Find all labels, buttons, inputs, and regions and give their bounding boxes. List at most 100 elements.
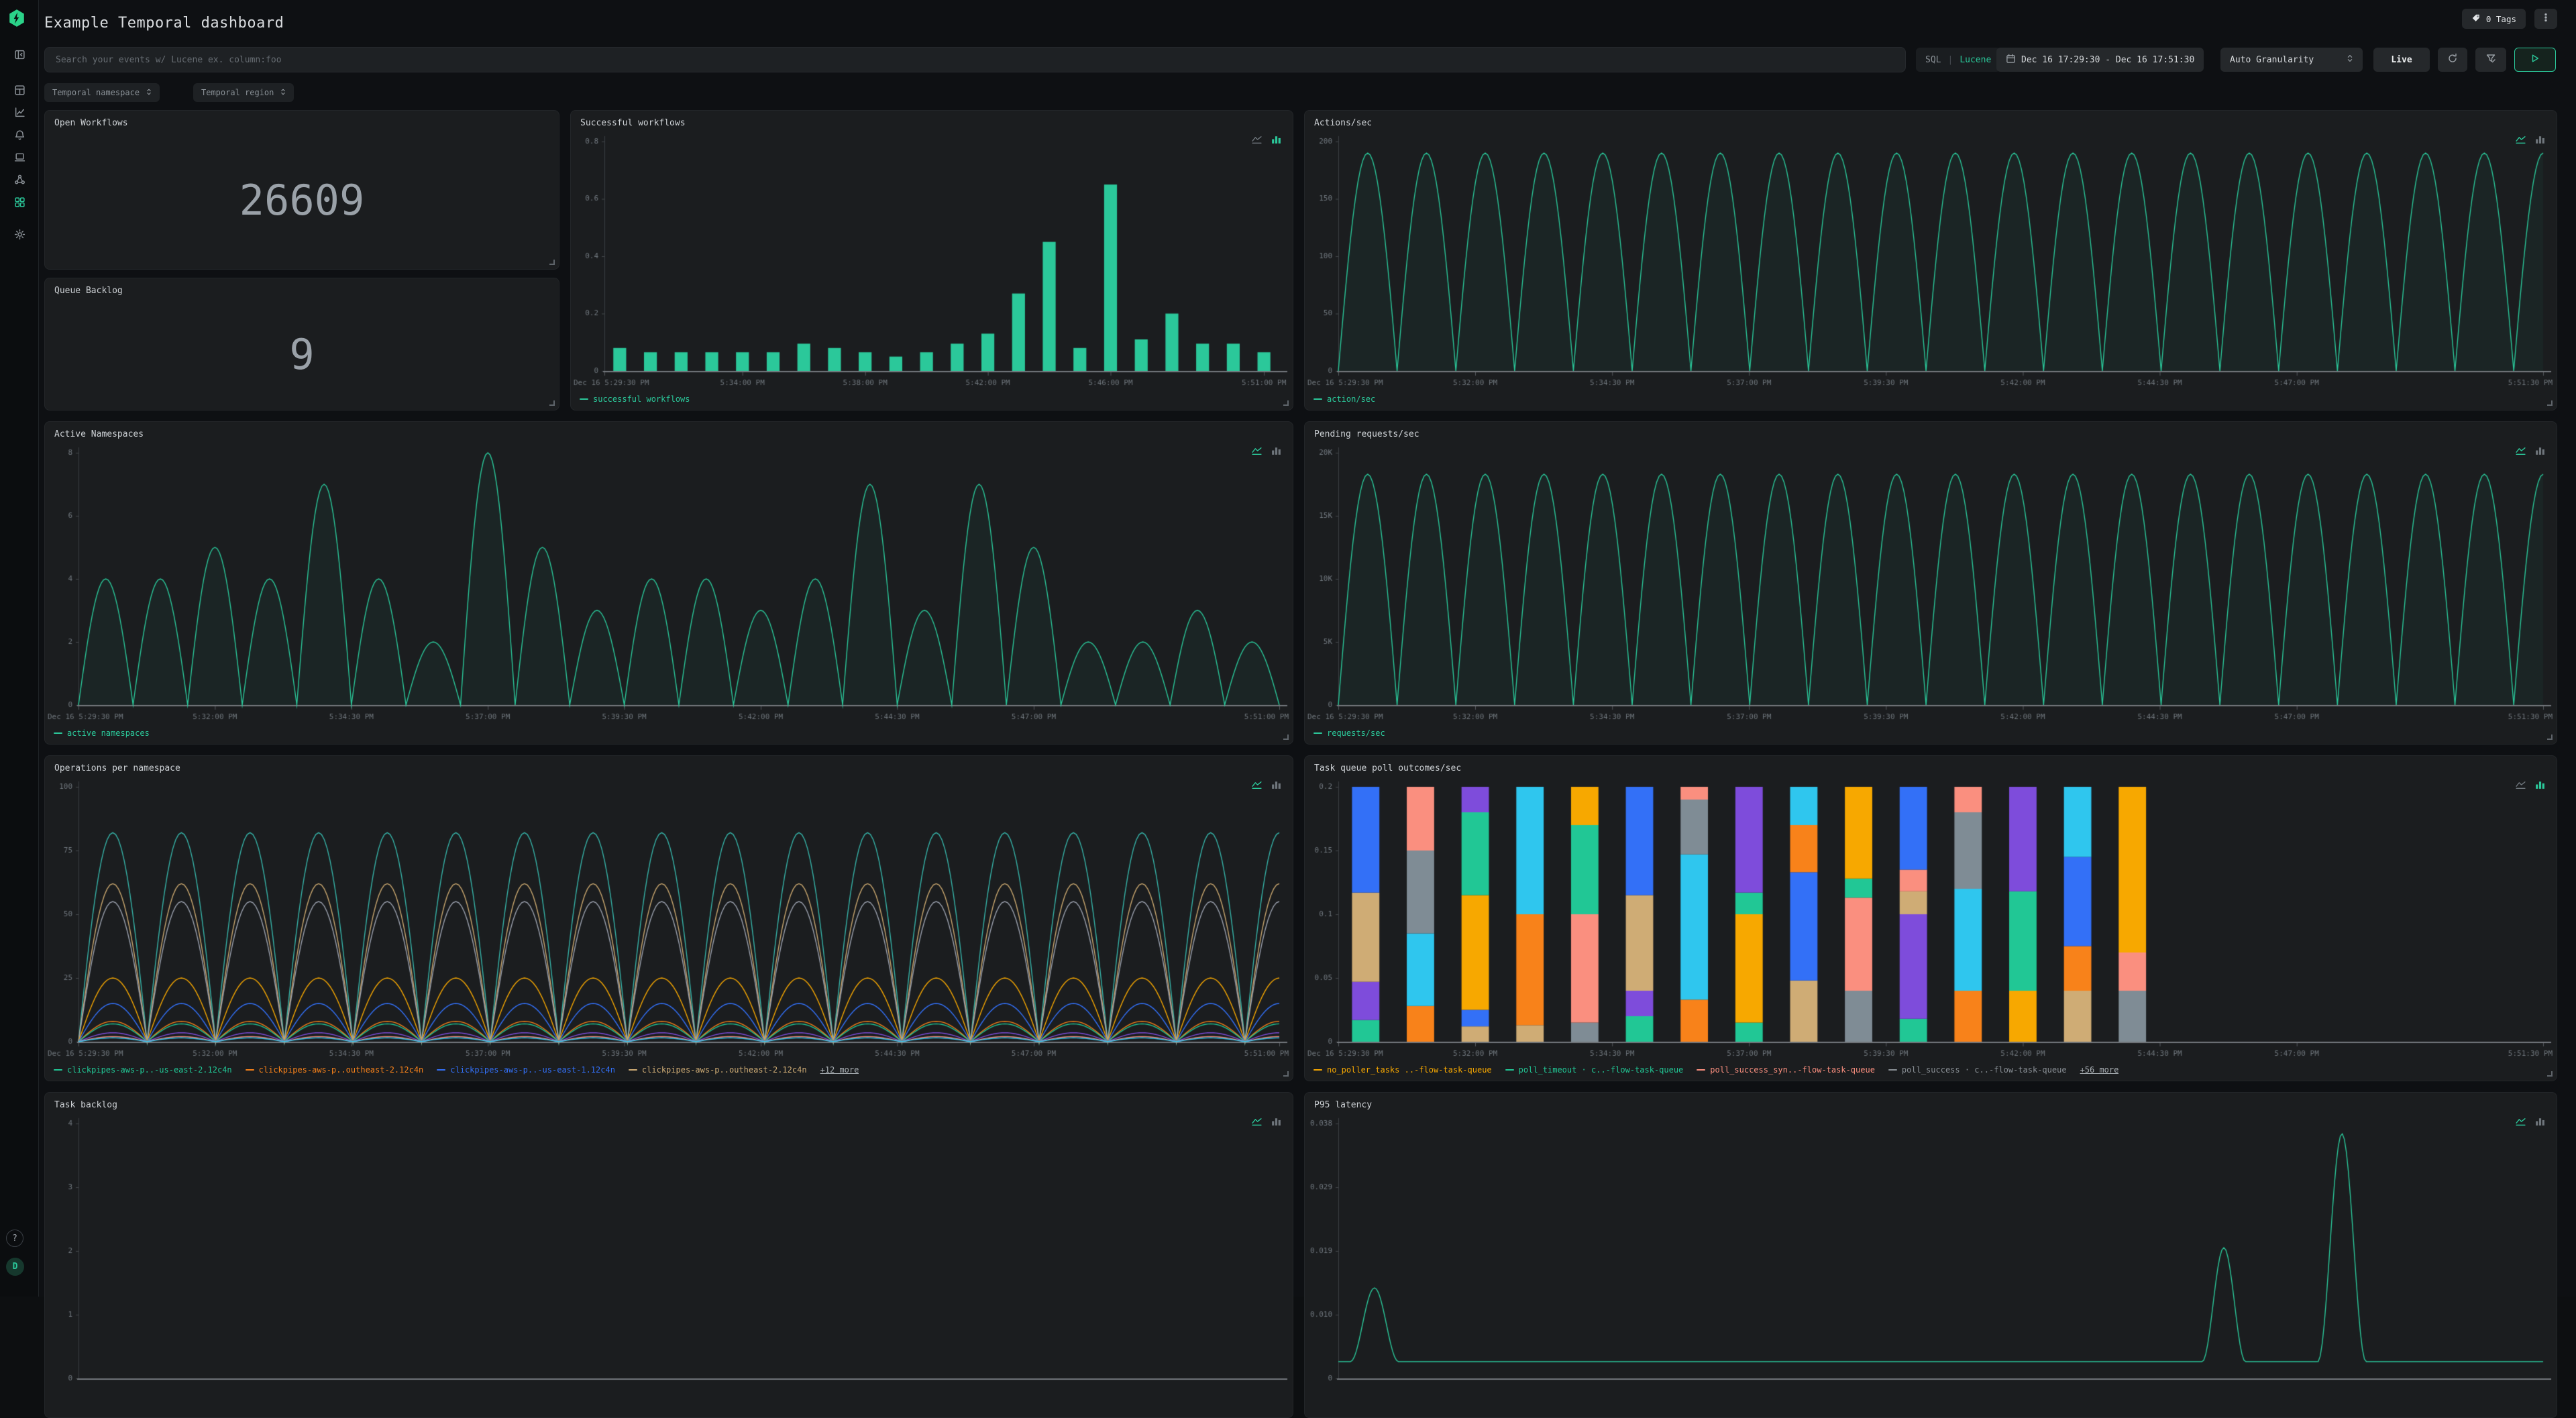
resize-handle[interactable] <box>2547 400 2553 406</box>
resize-handle[interactable] <box>1283 734 1289 740</box>
bar-chart-toggle-icon[interactable] <box>1271 779 1282 790</box>
legend-item[interactable]: requests/sec <box>1313 728 1385 738</box>
legend-item[interactable]: no_poller_tasks ..-flow-task-queue <box>1313 1065 1492 1075</box>
bar-chart-toggle-icon[interactable] <box>2534 1115 2546 1127</box>
granularity-select[interactable]: Auto Granularity <box>2220 48 2363 72</box>
legend-item[interactable]: clickpipes-aws-p..outheast-2.12c4n <box>629 1065 807 1075</box>
filter-funnel-icon <box>2485 53 2496 66</box>
chart-canvas-actions-sec[interactable] <box>1305 111 2557 410</box>
settings-gear-icon[interactable] <box>11 226 28 242</box>
run-query-button[interactable] <box>2514 48 2556 72</box>
chart-legend: successful workflows <box>580 394 690 404</box>
alerts-bell-icon[interactable] <box>11 127 28 143</box>
legend-series-swatch <box>54 732 62 734</box>
panel-p95-latency: P95 latency <box>1304 1092 2557 1418</box>
filter-temporal-region[interactable]: Temporal region <box>193 83 294 102</box>
line-chart-toggle-icon[interactable] <box>1251 779 1263 790</box>
time-range-picker[interactable]: Dec 16 17:29:30 - Dec 16 17:51:30 <box>1996 48 2204 72</box>
line-chart-toggle-icon[interactable] <box>2515 1115 2526 1127</box>
chart-canvas-task-backlog[interactable] <box>45 1093 1293 1417</box>
kebab-menu-button[interactable] <box>2534 9 2557 29</box>
help-button[interactable]: ? <box>6 1230 23 1247</box>
chart-canvas-successful-workflows[interactable] <box>571 111 1293 410</box>
legend-item[interactable]: successful workflows <box>580 394 690 404</box>
resize-handle[interactable] <box>2547 1071 2553 1077</box>
legend-item[interactable]: clickpipes-aws-p..-us-east-2.12c4n <box>54 1065 232 1075</box>
panel-title: Actions/sec <box>1314 118 1372 128</box>
panel-title: Open Workflows <box>54 118 128 128</box>
line-chart-toggle-icon[interactable] <box>1251 445 1263 456</box>
resize-handle[interactable] <box>1283 400 1289 406</box>
live-label: Live <box>2391 55 2412 65</box>
chart-legend: clickpipes-aws-p..-us-east-2.12c4n clickp… <box>54 1065 859 1075</box>
tags-label: 0 Tags <box>2486 14 2516 24</box>
chart-canvas-active-namespaces[interactable] <box>45 422 1293 744</box>
panel-title: Pending requests/sec <box>1314 429 1419 439</box>
chart-canvas-p95-latency[interactable] <box>1305 1093 2557 1417</box>
legend-item[interactable]: active namespaces <box>54 728 150 738</box>
legend-series-swatch <box>437 1069 445 1071</box>
legend-label: successful workflows <box>593 394 690 404</box>
bar-chart-toggle-icon[interactable] <box>2534 445 2546 456</box>
panel-title: P95 latency <box>1314 1100 1372 1110</box>
legend-label: clickpipes-aws-p..-us-east-2.12c4n <box>67 1065 232 1075</box>
legend-more-link[interactable]: +12 more <box>820 1065 859 1075</box>
bar-chart-toggle-icon[interactable] <box>1271 445 1282 456</box>
sql-option[interactable]: SQL <box>1925 55 1941 65</box>
lucene-option[interactable]: Lucene <box>1960 55 1991 65</box>
tables-icon[interactable] <box>11 82 28 98</box>
legend-label: poll_timeout · c..-flow-task-queue <box>1519 1065 1684 1075</box>
panel-open-workflows: Open Workflows 26609 <box>44 110 559 270</box>
legend-item[interactable]: clickpipes-aws-p..-us-east-1.12c4n <box>437 1065 615 1075</box>
service-map-icon[interactable] <box>11 171 28 187</box>
chevron-updown-icon <box>2347 54 2353 66</box>
legend-label: requests/sec <box>1327 728 1385 738</box>
kebab-icon <box>2541 13 2551 25</box>
legend-label: active namespaces <box>67 728 150 738</box>
chart-canvas-task-queue-poll-outcomes[interactable] <box>1305 756 2557 1081</box>
bar-chart-toggle-icon[interactable] <box>2534 779 2546 790</box>
panel-title: Operations per namespace <box>54 763 180 773</box>
filter-button[interactable] <box>2475 48 2506 72</box>
legend-series-swatch <box>1697 1069 1705 1071</box>
line-chart-toggle-icon[interactable] <box>1251 133 1263 145</box>
granularity-label: Auto Granularity <box>2230 55 2314 65</box>
bar-chart-toggle-icon[interactable] <box>1271 133 1282 145</box>
refresh-button[interactable] <box>2438 48 2467 72</box>
line-chart-toggle-icon[interactable] <box>2515 133 2526 145</box>
chart-legend: action/sec <box>1313 394 1375 404</box>
bar-chart-toggle-icon[interactable] <box>1271 1115 1282 1127</box>
filter-temporal-namespace[interactable]: Temporal namespace <box>44 83 160 102</box>
live-button[interactable]: Live <box>2373 48 2430 72</box>
bar-chart-toggle-icon[interactable] <box>2534 133 2546 145</box>
legend-item[interactable]: action/sec <box>1313 394 1375 404</box>
temporal-logo-icon[interactable] <box>7 9 26 28</box>
legend-item[interactable]: poll_success_syn..-flow-task-queue <box>1697 1065 1875 1075</box>
resize-handle[interactable] <box>549 400 555 406</box>
panel-title: Task queue poll outcomes/sec <box>1314 763 1461 773</box>
line-chart-toggle-icon[interactable] <box>2515 779 2526 790</box>
tags-button[interactable]: 0 Tags <box>2462 9 2526 29</box>
panel-pending-requests: Pending requests/sec requests/sec <box>1304 421 2557 745</box>
legend-item[interactable]: clickpipes-aws-p..outheast-2.12c4n <box>246 1065 424 1075</box>
line-chart-toggle-icon[interactable] <box>1251 1115 1263 1127</box>
panel-queue-backlog: Queue Backlog 9 <box>44 278 559 411</box>
dashboards-icon[interactable] <box>11 194 28 210</box>
search-input[interactable] <box>44 47 1906 72</box>
resize-handle[interactable] <box>549 260 555 265</box>
resize-handle[interactable] <box>1283 1071 1289 1077</box>
legend-label: action/sec <box>1327 394 1375 404</box>
legend-item[interactable]: poll_timeout · c..-flow-task-queue <box>1505 1065 1684 1075</box>
legend-more-link[interactable]: +56 more <box>2080 1065 2119 1075</box>
resize-handle[interactable] <box>2547 734 2553 740</box>
legend-item[interactable]: poll_success · c..-flow-task-queue <box>1888 1065 2067 1075</box>
user-avatar[interactable]: D <box>6 1258 24 1276</box>
collapse-sidebar-icon[interactable] <box>11 46 28 62</box>
line-chart-toggle-icon[interactable] <box>2515 445 2526 456</box>
query-language-toggle[interactable]: SQL | Lucene <box>1916 48 2000 72</box>
legend-label: poll_success_syn..-flow-task-queue <box>1710 1065 1875 1075</box>
hosts-laptop-icon[interactable] <box>11 149 28 165</box>
chart-canvas-pending-requests[interactable] <box>1305 422 2557 744</box>
metrics-icon[interactable] <box>11 104 28 120</box>
chart-canvas-operations-per-namespace[interactable] <box>45 756 1293 1081</box>
